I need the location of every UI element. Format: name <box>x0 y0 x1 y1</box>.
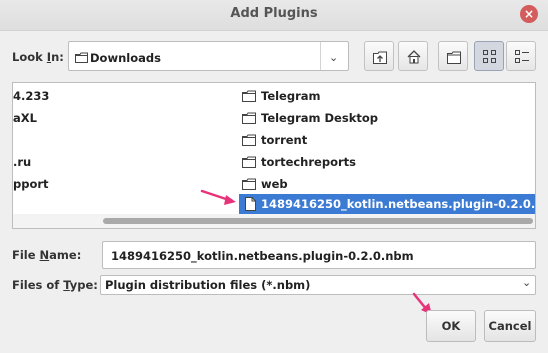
list-view-icon <box>483 50 496 63</box>
ok-button[interactable]: OK <box>426 310 476 342</box>
chevron-down-icon: ⌄ <box>329 51 339 64</box>
selected-file-item[interactable]: 1489416250_kotlin.netbeans.plugin-0.2.0.… <box>239 194 535 215</box>
list-item[interactable]: aXL <box>13 108 37 129</box>
file-type-combo[interactable]: Plugin distribution files (*.nbm) ⌄ <box>100 275 536 295</box>
file-list[interactable]: 4.233 aXL .ru pport Telegram Telegram De… <box>12 82 536 229</box>
folder-item-telegram-desktop[interactable]: Telegram Desktop <box>242 108 442 129</box>
file-name-value: 1489416250_kotlin.netbeans.plugin-0.2.0.… <box>111 249 414 263</box>
folder-icon <box>242 178 256 190</box>
file-icon <box>245 197 256 211</box>
home-icon <box>407 50 421 64</box>
file-type-value: Plugin distribution files (*.nbm) <box>105 278 311 292</box>
list-view-button[interactable] <box>474 41 504 71</box>
list-item[interactable]: .ru <box>13 152 31 173</box>
folder-icon <box>242 156 256 168</box>
close-icon: × <box>523 7 535 21</box>
annotation-arrow-icon <box>200 189 236 205</box>
folder-item-telegram[interactable]: Telegram <box>242 86 442 107</box>
details-view-button[interactable] <box>506 41 536 71</box>
chevron-down-icon: ⌄ <box>522 276 532 289</box>
folder-item-torrent[interactable]: torrent <box>242 130 442 151</box>
look-in-combo[interactable]: Downloads ⌄ <box>68 41 349 71</box>
home-button[interactable] <box>398 41 428 71</box>
folder-icon <box>242 90 256 102</box>
file-name-label: File Name: <box>12 248 82 262</box>
list-item[interactable]: pport <box>13 174 49 195</box>
add-plugins-dialog: Add Plugins × Look In: Downloads ⌄ 4.233… <box>0 0 548 353</box>
folder-icon <box>242 134 256 146</box>
new-folder-button[interactable] <box>438 41 468 71</box>
list-item[interactable]: 4.233 <box>13 86 49 107</box>
folder-icon <box>242 112 256 124</box>
file-type-label: Files of Type: <box>12 278 98 292</box>
horizontal-scrollbar[interactable] <box>13 214 535 228</box>
up-one-level-icon <box>373 51 387 64</box>
details-view-icon <box>515 50 529 63</box>
cancel-button[interactable]: Cancel <box>484 310 536 342</box>
up-one-level-button[interactable] <box>364 41 394 71</box>
close-button[interactable]: × <box>520 5 538 23</box>
folder-item-web[interactable]: web <box>242 174 442 195</box>
file-name-field[interactable]: 1489416250_kotlin.netbeans.plugin-0.2.0.… <box>102 241 536 269</box>
folder-item-tortechreports[interactable]: tortechreports <box>242 152 442 173</box>
folder-icon <box>75 52 88 63</box>
dialog-title: Add Plugins <box>230 6 318 21</box>
scrollbar-thumb[interactable] <box>103 218 533 224</box>
file-type-dropdown[interactable]: ⌄ <box>519 276 535 294</box>
new-folder-icon <box>447 51 461 64</box>
look-in-dropdown[interactable]: ⌄ <box>320 42 348 70</box>
look-in-value: Downloads <box>90 51 161 65</box>
title-bar: Add Plugins × <box>0 0 548 31</box>
look-in-label: Look In: <box>12 50 64 64</box>
